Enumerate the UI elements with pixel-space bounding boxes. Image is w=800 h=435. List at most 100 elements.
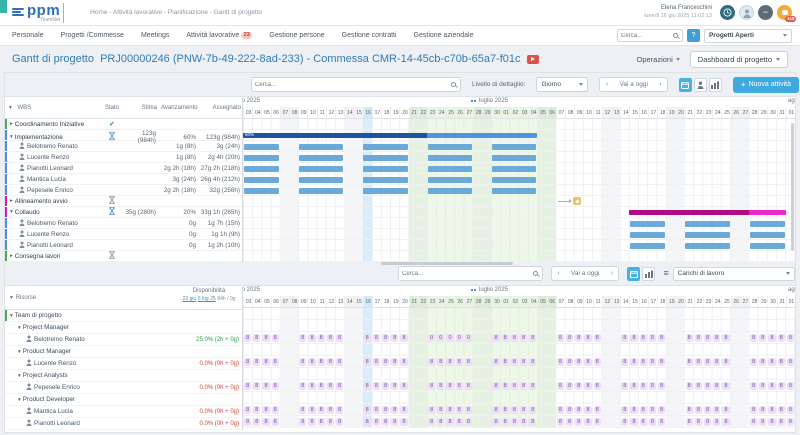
resource-row[interactable]: ▾Project Manager <box>5 322 242 334</box>
gantt-search-input[interactable] <box>251 77 461 92</box>
task-bar[interactable] <box>299 177 344 183</box>
allocation-cell[interactable]: 8 <box>456 406 463 414</box>
expand-icon[interactable]: ▸ <box>10 198 13 204</box>
resources-search-input[interactable] <box>398 266 543 281</box>
allocation-cell[interactable]: 8 <box>308 334 315 342</box>
allocation-cell[interactable]: 8 <box>594 406 601 414</box>
allocation-cell[interactable]: 8 <box>630 406 637 414</box>
allocation-cell[interactable]: 8 <box>318 418 325 426</box>
summary-bar[interactable] <box>629 210 785 215</box>
allocation-cell[interactable]: 8 <box>373 406 380 414</box>
allocation-cell[interactable]: 8 <box>787 382 794 390</box>
allocation-cell[interactable]: 8 <box>465 382 472 390</box>
allocation-cell[interactable]: 8 <box>630 418 637 426</box>
collapse-icon[interactable]: ▾ <box>18 349 21 355</box>
task-bar[interactable] <box>685 221 730 227</box>
allocation-cell[interactable]: 8 <box>658 334 665 342</box>
gantt-row[interactable]: Belotremo Renato1g (8h)3g (24h) <box>5 141 242 152</box>
allocation-cell[interactable]: 8 <box>649 334 656 342</box>
col-assegnato[interactable]: Assegnato <box>199 105 243 111</box>
allocation-view-button[interactable] <box>627 267 640 281</box>
allocation-cell[interactable]: 8 <box>364 418 371 426</box>
allocation-cell[interactable]: 8 <box>722 382 729 390</box>
resource-row[interactable]: ▾Product Manager <box>5 346 242 358</box>
gantt-row[interactable]: Lucente Renzo1g (8h)2g 4h (20h) <box>5 152 242 163</box>
col-avanzamento[interactable]: Avanzamento <box>159 105 199 111</box>
allocation-cell[interactable]: 8 <box>428 358 435 366</box>
allocation-cell[interactable]: 8 <box>621 382 628 390</box>
allocation-cell[interactable]: 8 <box>750 334 757 342</box>
allocation-cell[interactable]: 8 <box>759 334 766 342</box>
allocation-cell[interactable]: 8 <box>750 358 757 366</box>
allocation-cell[interactable]: 8 <box>759 418 766 426</box>
task-bar[interactable] <box>630 243 665 249</box>
allocation-cell[interactable]: 8 <box>704 334 711 342</box>
gantt-row[interactable]: ▸Coordinamento Iniziative✔ <box>5 119 242 130</box>
collapse-icon[interactable]: ▾ <box>18 373 21 379</box>
collapse-icon[interactable]: ▾ <box>18 397 21 403</box>
gantt-row[interactable]: Lucente Renzo0g1g 1h (9h) <box>5 229 242 240</box>
allocation-cell[interactable]: 8 <box>327 382 334 390</box>
allocation-cell[interactable]: 8 <box>327 358 334 366</box>
nav-item-7[interactable]: Gestione aziendale <box>414 32 474 39</box>
allocation-cell[interactable]: 8 <box>566 406 573 414</box>
allocation-cell[interactable]: 8 <box>391 406 398 414</box>
task-bar[interactable] <box>750 243 785 249</box>
menu-icon[interactable]: ≡ <box>663 269 668 278</box>
allocation-cell[interactable]: 8 <box>400 382 407 390</box>
task-bar[interactable] <box>492 188 537 194</box>
resource-row[interactable]: Mantica Lucia0.0% (0h + 0g) <box>5 406 242 418</box>
allocation-cell[interactable]: 8 <box>686 382 693 390</box>
allocation-cell[interactable]: 8 <box>529 358 536 366</box>
allocation-cell[interactable]: 8 <box>502 406 509 414</box>
allocation-cell[interactable]: 8 <box>520 382 527 390</box>
histogram-view-button[interactable] <box>642 267 655 281</box>
gantt-row[interactable]: ▸Consegna lavori <box>5 251 242 262</box>
allocation-cell[interactable]: 8 <box>649 382 656 390</box>
allocation-cell[interactable]: 8 <box>511 418 518 426</box>
period-to-link[interactable]: 6 lug 25 <box>198 296 216 302</box>
allocation-cell[interactable]: 8 <box>244 406 251 414</box>
allocation-cell[interactable]: 8 <box>658 418 665 426</box>
allocation-cell[interactable]: 8 <box>262 358 269 366</box>
allocation-cell[interactable]: 8 <box>768 382 775 390</box>
workload-select[interactable]: Carichi di lavoro <box>673 267 795 281</box>
allocation-cell[interactable]: 8 <box>336 406 343 414</box>
allocation-cell[interactable]: 8 <box>778 406 785 414</box>
vertical-scrollbar[interactable] <box>791 123 794 251</box>
allocation-cell[interactable]: 8 <box>630 358 637 366</box>
allocation-cell[interactable]: 8 <box>649 418 656 426</box>
allocation-cell[interactable]: 8 <box>557 382 564 390</box>
collapse-icon[interactable]: ▾ <box>10 134 13 140</box>
allocation-cell[interactable]: 8 <box>713 382 720 390</box>
allocation-cell[interactable]: 8 <box>713 406 720 414</box>
allocation-cell[interactable]: 8 <box>373 418 380 426</box>
allocation-cell[interactable]: 8 <box>428 418 435 426</box>
task-bar[interactable] <box>299 188 344 194</box>
allocation-cell[interactable]: 8 <box>750 382 757 390</box>
allocation-cell[interactable]: 8 <box>382 406 389 414</box>
allocation-cell[interactable]: 8 <box>327 418 334 426</box>
task-bar[interactable] <box>244 177 279 183</box>
collapse-icon[interactable]: ▾ <box>10 313 13 319</box>
allocation-cell[interactable]: 8 <box>557 358 564 366</box>
allocation-cell[interactable]: 8 <box>649 358 656 366</box>
gantt-view-button[interactable] <box>679 78 692 92</box>
task-bar[interactable] <box>492 155 537 161</box>
allocation-cell[interactable]: 8 <box>511 382 518 390</box>
task-bar[interactable] <box>244 144 279 150</box>
allocation-cell[interactable]: 8 <box>382 418 389 426</box>
allocation-cell[interactable]: 8 <box>253 334 260 342</box>
allocation-cell[interactable]: 8 <box>465 358 472 366</box>
allocation-cell[interactable]: 8 <box>382 358 389 366</box>
allocation-cell[interactable]: 8 <box>557 334 564 342</box>
allocation-cell[interactable]: 8 <box>557 406 564 414</box>
allocation-cell[interactable]: 8 <box>713 358 720 366</box>
allocation-cell[interactable]: 8 <box>594 358 601 366</box>
gantt-row[interactable]: Pianotti Leonard0g1g 2h (10h) <box>5 240 242 251</box>
task-bar[interactable] <box>428 155 473 161</box>
allocation-cell[interactable]: 8 <box>308 406 315 414</box>
task-bar[interactable] <box>428 188 473 194</box>
allocation-cell[interactable]: 8 <box>686 358 693 366</box>
task-bar[interactable] <box>363 188 408 194</box>
